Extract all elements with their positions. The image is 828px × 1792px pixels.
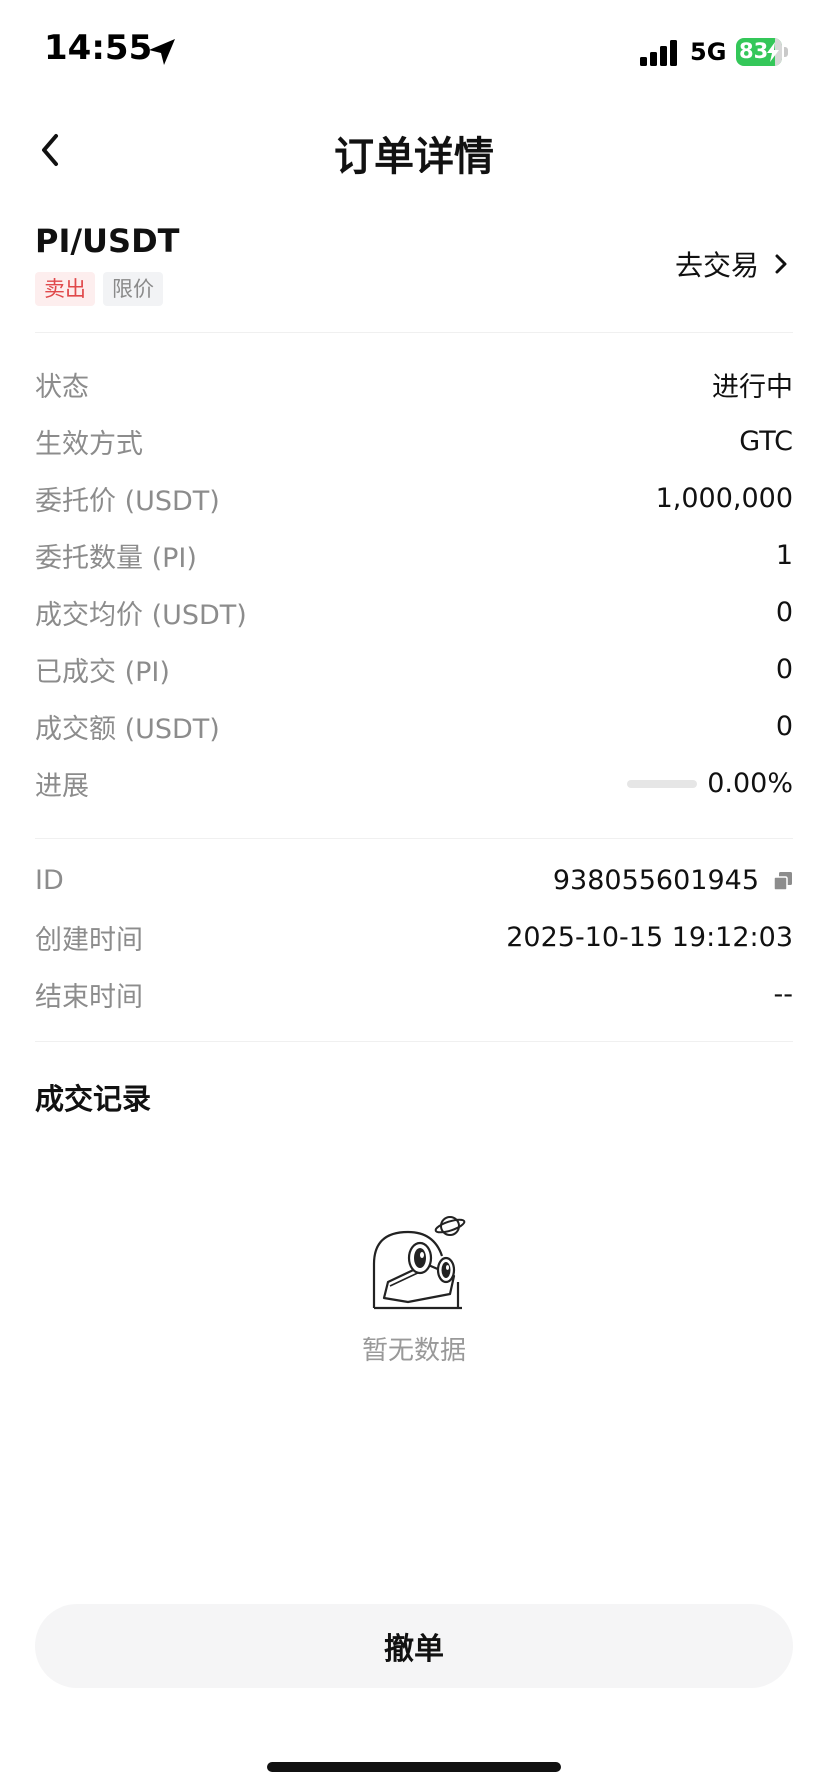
detail-value: 0 [775,597,793,628]
detail-value: 1 [775,540,793,571]
divider [35,332,793,333]
detail-label: 状态 [35,372,89,403]
meta-row-id: ID 938055601945 [35,852,793,909]
cancel-order-button[interactable]: 撤单 [35,1604,793,1688]
charging-bolt-icon [767,42,779,62]
status-time: 14:55 [44,28,153,68]
copy-icon[interactable] [773,871,793,891]
meta-label: 结束时间 [35,982,143,1013]
detail-label: 已成交 (PI) [35,657,170,688]
meta-row-ended: 结束时间 -- [35,966,793,1023]
detail-label: 委托数量 (PI) [35,543,197,574]
side-badge: 卖出 [35,272,95,306]
chevron-right-icon [775,254,787,274]
progress-percent: 0.00% [707,768,793,799]
detail-row-turnover: 成交额 (USDT) 0 [35,698,793,755]
go-trade-label: 去交易 [674,249,759,282]
progress-value-group: 0.00% [627,768,793,799]
battery-level: 83 [739,39,769,63]
detail-value: 进行中 [712,372,793,403]
cellular-signal-icon [640,40,677,66]
divider [35,838,793,839]
binoculars-planet-icon [372,1216,466,1310]
detail-row-status: 状态 进行中 [35,356,793,413]
detail-label: 成交均价 (USDT) [35,600,247,631]
meta-value: 2025-10-15 19:12:03 [506,922,793,953]
detail-row-time-in-force: 生效方式 GTC [35,413,793,470]
location-arrow-icon [149,39,175,65]
detail-row-order-amount: 委托数量 (PI) 1 [35,527,793,584]
status-bar: 14:55 5G 83 [0,0,828,100]
order-id-value: 938055601945 [552,865,759,896]
page-title: 订单详情 [334,134,494,180]
detail-label: 委托价 (USDT) [35,486,220,517]
meta-value: -- [773,979,794,1010]
order-details: 状态 进行中 生效方式 GTC 委托价 (USDT) 1,000,000 委托数… [35,356,793,812]
battery-icon: 83 [736,38,788,66]
order-id-group: 938055601945 [553,865,793,896]
detail-row-filled: 已成交 (PI) 0 [35,641,793,698]
detail-row-progress: 进展 0.00% [35,755,793,812]
empty-state-text: 暂无数据 [361,1336,466,1366]
progress-bar [627,779,698,788]
detail-value: 1,000,000 [655,483,793,514]
meta-label: ID [35,865,64,896]
meta-row-created: 创建时间 2025-10-15 19:12:03 [35,909,793,966]
go-trade-link[interactable]: 去交易 [675,242,793,286]
order-header: PI/USDT 卖出 限价 去交易 [35,218,793,318]
detail-value: GTC [739,426,793,457]
pair-name: PI/USDT [35,222,180,260]
detail-value: 0 [775,654,793,685]
detail-row-order-price: 委托价 (USDT) 1,000,000 [35,470,793,527]
detail-label: 生效方式 [35,429,143,460]
order-meta: ID 938055601945 创建时间 2025-10-15 19:12:03… [35,852,793,1023]
meta-label: 创建时间 [35,925,143,956]
divider [35,1041,793,1042]
trade-records-title: 成交记录 [35,1082,152,1116]
network-type: 5G [690,38,727,66]
detail-row-avg-price: 成交均价 (USDT) 0 [35,584,793,641]
nav-bar: 订单详情 [0,110,828,190]
detail-value: 0 [775,711,793,742]
order-type-badge: 限价 [103,272,163,306]
home-indicator[interactable] [267,1762,561,1772]
detail-label: 成交额 (USDT) [35,714,220,745]
detail-label: 进展 [35,771,89,802]
